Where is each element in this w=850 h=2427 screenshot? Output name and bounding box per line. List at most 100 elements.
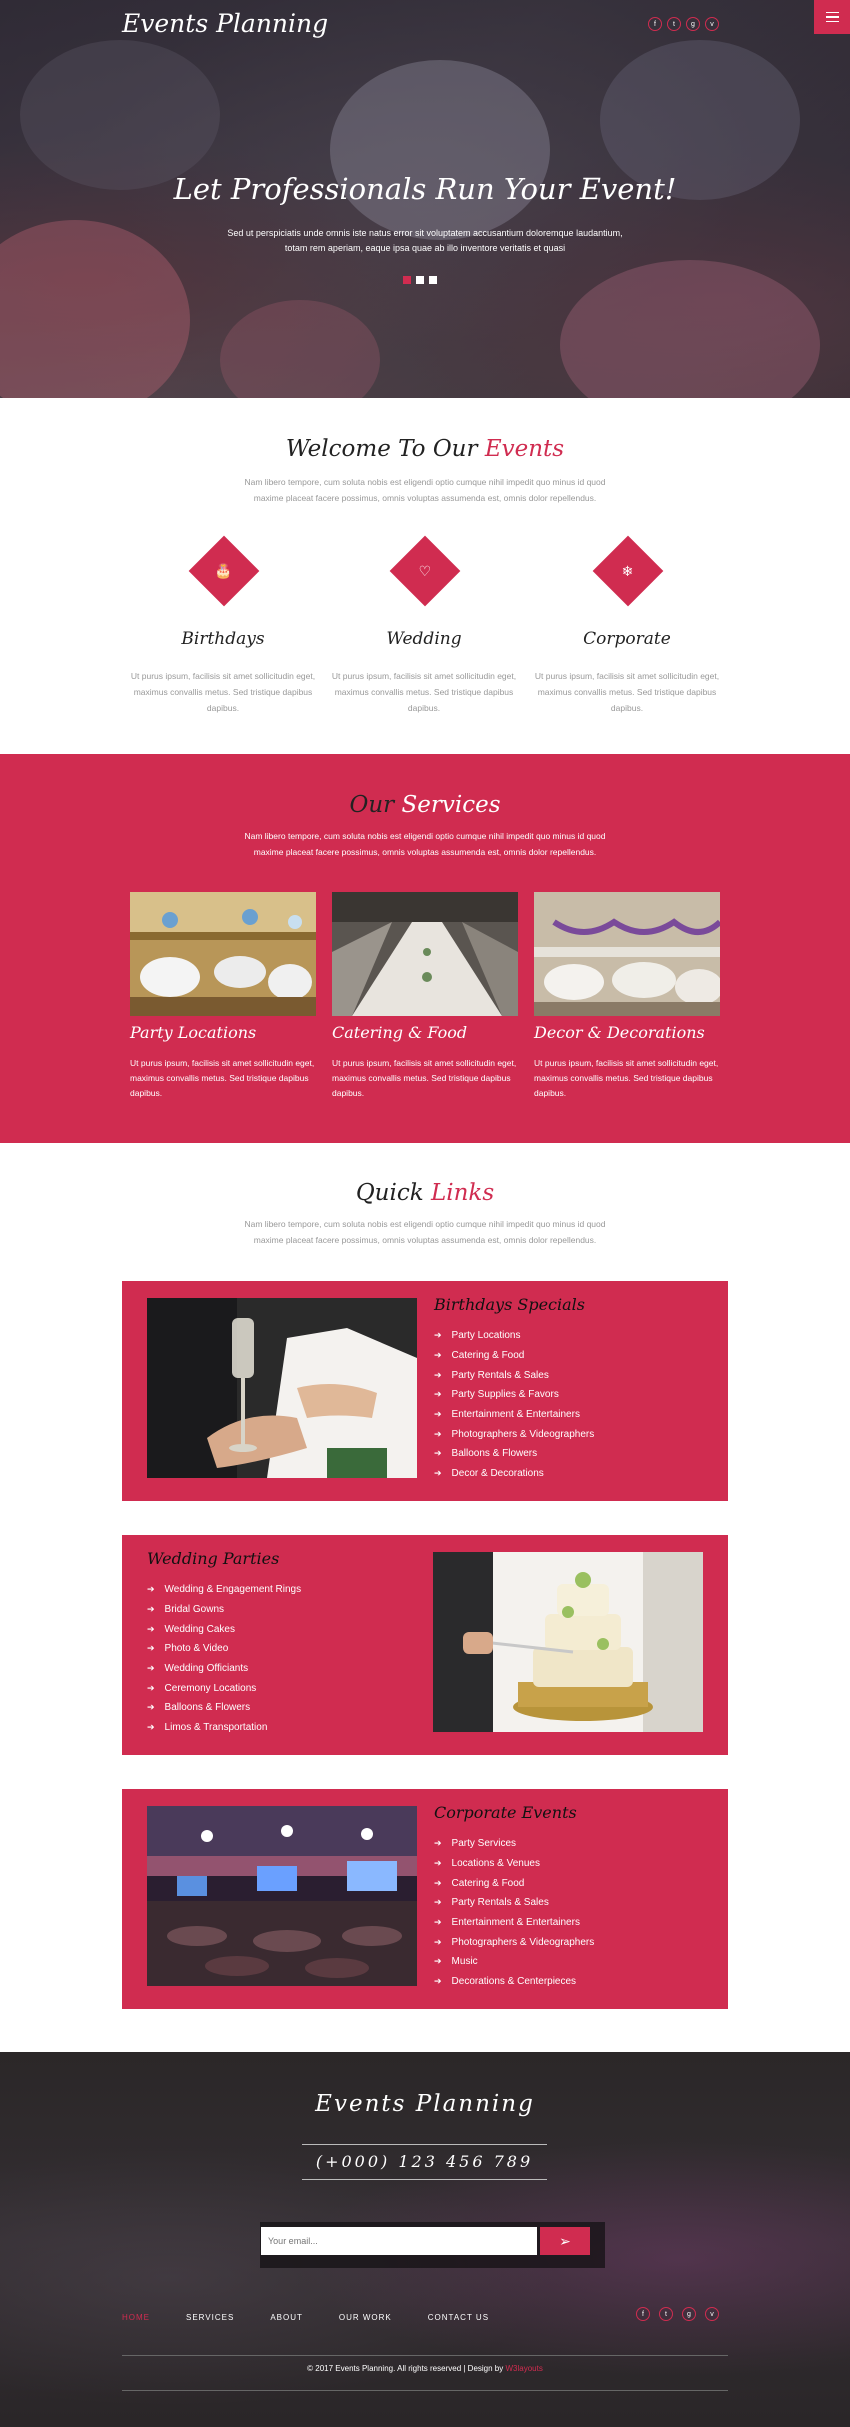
quick-links-title-plain: Quick <box>355 1180 424 1206</box>
list-item[interactable]: ➔ Party Supplies & Favors <box>434 1385 594 1405</box>
list-item[interactable]: ➔ Limos & Transportation <box>147 1718 301 1738</box>
quick-links-title-accent: Links <box>430 1180 495 1206</box>
champagne-toast-image <box>147 1298 417 1478</box>
vimeo-icon[interactable]: v <box>705 2307 719 2321</box>
conference-hall-image <box>147 1806 417 1986</box>
quick-links-subtitle: Nam libero tempore, cum soluta nobis est… <box>244 1219 606 1245</box>
arrow-right-icon: ➔ <box>434 1448 442 1459</box>
party-locations-image[interactable] <box>130 892 316 1016</box>
hero-banner: Events Planning f t g v Let Professional… <box>0 0 850 398</box>
services-title: Our Services <box>0 792 850 818</box>
list-item[interactable]: ➔ Entertainment & Entertainers <box>434 1913 594 1933</box>
birthdays-specials-box: Birthdays Specials ➔ Party Locations ➔ Cat… <box>122 1281 728 1501</box>
corporate-events-list: ➔ Party Services ➔ Locations & Venues ➔ Cat… <box>434 1834 594 1992</box>
arrow-right-icon: ➔ <box>147 1682 155 1693</box>
arrow-right-icon: ➔ <box>147 1702 155 1713</box>
catering-food-image[interactable] <box>332 892 518 1016</box>
hero-text: Sed ut perspiciatis unde omnis iste natu… <box>227 228 623 253</box>
list-item[interactable]: ➔ Bridal Gowns <box>147 1600 301 1620</box>
arrow-right-icon: ➔ <box>147 1604 155 1615</box>
list-item[interactable]: ➔ Wedding & Engagement Rings <box>147 1580 301 1600</box>
arrow-right-icon: ➔ <box>434 1468 442 1479</box>
footer-nav-services[interactable]: SERVICES <box>186 2313 234 2322</box>
header-social-links: f t g v <box>648 17 719 31</box>
list-item[interactable]: ➔ Ceremony Locations <box>147 1678 301 1698</box>
welcome-title-accent: Events <box>484 436 565 462</box>
arrow-right-icon: ➔ <box>434 1409 442 1420</box>
list-item[interactable]: ➔ Balloons & Flowers <box>147 1698 301 1718</box>
services-section: Our Services Nam libero tempore, cum sol… <box>0 754 850 1143</box>
footer-nav-about[interactable]: ABOUT <box>270 2313 303 2322</box>
footer-nav: HOME SERVICES ABOUT OUR WORK CONTACT US <box>122 2313 525 2322</box>
list-item[interactable]: ➔ Music <box>434 1952 594 1972</box>
list-item[interactable]: ➔ Photographers & Videographers <box>434 1932 594 1952</box>
list-item[interactable]: ➔ Decorations & Centerpieces <box>434 1972 594 1992</box>
services-subtitle: Nam libero tempore, cum soluta nobis est… <box>244 831 606 857</box>
slide-dot-1[interactable] <box>403 276 411 284</box>
arrow-right-icon: ➔ <box>434 1330 442 1341</box>
site-logo[interactable]: Events Planning <box>122 9 328 38</box>
footer-nav-home[interactable]: HOME <box>122 2313 150 2322</box>
arrow-right-icon: ➔ <box>434 1936 442 1947</box>
list-item[interactable]: ➔ Party Rentals & Sales <box>434 1893 594 1913</box>
list-item[interactable]: ➔ Party Locations <box>434 1326 594 1346</box>
footer-phone: (+000) 123 456 789 <box>302 2144 547 2180</box>
feature-text-wedding: Ut purus ipsum, facilisis sit amet solli… <box>331 671 517 713</box>
welcome-title: Welcome To Our Events <box>0 436 850 462</box>
corporate-events-title: Corporate Events <box>434 1803 577 1822</box>
corporate-events-box: Corporate Events ➔ Party Services ➔ Locati… <box>122 1789 728 2009</box>
service-text-party-locations: Ut purus ipsum, facilisis sit amet solli… <box>130 1058 315 1098</box>
designer-link[interactable]: W3layouts <box>505 2364 542 2373</box>
email-input[interactable] <box>261 2227 537 2255</box>
arrow-right-icon: ➔ <box>147 1623 155 1634</box>
googleplus-icon[interactable]: g <box>686 17 700 31</box>
service-title-party-locations: Party Locations <box>130 1023 257 1042</box>
send-icon[interactable]: ➢ <box>540 2227 590 2255</box>
slide-dot-3[interactable] <box>429 276 437 284</box>
footer-divider <box>122 2355 728 2356</box>
list-item[interactable]: ➔ Decor & Decorations <box>434 1464 594 1484</box>
arrow-right-icon: ➔ <box>147 1643 155 1654</box>
googleplus-icon[interactable]: g <box>682 2307 696 2321</box>
list-item[interactable]: ➔ Party Services <box>434 1834 594 1854</box>
birthdays-specials-list: ➔ Party Locations ➔ Catering & Food ➔ Party… <box>434 1326 594 1484</box>
list-item[interactable]: ➔ Wedding Officiants <box>147 1659 301 1679</box>
vimeo-icon[interactable]: v <box>705 17 719 31</box>
facebook-icon[interactable]: f <box>636 2307 650 2321</box>
arrow-right-icon: ➔ <box>147 1663 155 1674</box>
wedding-parties-box: Wedding Parties ➔ Wedding & Engagement Ri… <box>122 1535 728 1755</box>
wedding-cake-image <box>433 1552 703 1732</box>
footer-nav-contact-us[interactable]: CONTACT US <box>428 2313 489 2322</box>
wedding-parties-list: ➔ Wedding & Engagement Rings ➔ Bridal Gown… <box>147 1580 301 1738</box>
list-item[interactable]: ➔ Wedding Cakes <box>147 1619 301 1639</box>
arrow-right-icon: ➔ <box>434 1838 442 1849</box>
list-item[interactable]: ➔ Photographers & Videographers <box>434 1424 594 1444</box>
list-item[interactable]: ➔ Catering & Food <box>434 1346 594 1366</box>
decor-decorations-image[interactable] <box>534 892 720 1016</box>
footer-divider-bottom <box>122 2390 728 2391</box>
twitter-icon[interactable]: t <box>659 2307 673 2321</box>
arrow-right-icon: ➔ <box>434 1858 442 1869</box>
copyright: © 2017 Events Planning. All rights reser… <box>0 2364 850 2373</box>
feature-title-corporate: Corporate <box>583 629 671 649</box>
list-item[interactable]: ➔ Locations & Venues <box>434 1854 594 1874</box>
hamburger-menu-icon[interactable] <box>814 0 850 34</box>
footer-nav-our-work[interactable]: OUR WORK <box>339 2313 392 2322</box>
list-item[interactable]: ➔ Photo & Video <box>147 1639 301 1659</box>
footer-social-links: f t g v <box>636 2307 719 2321</box>
arrow-right-icon: ➔ <box>434 1897 442 1908</box>
list-item[interactable]: ➔ Party Rentals & Sales <box>434 1365 594 1385</box>
feature-title-birthdays: Birthdays <box>181 629 265 649</box>
facebook-icon[interactable]: f <box>648 17 662 31</box>
twitter-icon[interactable]: t <box>667 17 681 31</box>
list-item[interactable]: ➔ Balloons & Flowers <box>434 1444 594 1464</box>
feature-text-corporate: Ut purus ipsum, facilisis sit amet solli… <box>534 671 720 713</box>
slide-dot-2[interactable] <box>416 276 424 284</box>
arrow-right-icon: ➔ <box>434 1369 442 1380</box>
welcome-title-plain: Welcome To Our <box>285 436 478 462</box>
welcome-subtitle: Nam libero tempore, cum soluta nobis est… <box>244 477 606 503</box>
list-item[interactable]: ➔ Entertainment & Entertainers <box>434 1405 594 1425</box>
service-title-catering-food: Catering & Food <box>332 1023 468 1042</box>
list-item[interactable]: ➔ Catering & Food <box>434 1873 594 1893</box>
snowflake-icon: ❄ <box>592 535 664 607</box>
